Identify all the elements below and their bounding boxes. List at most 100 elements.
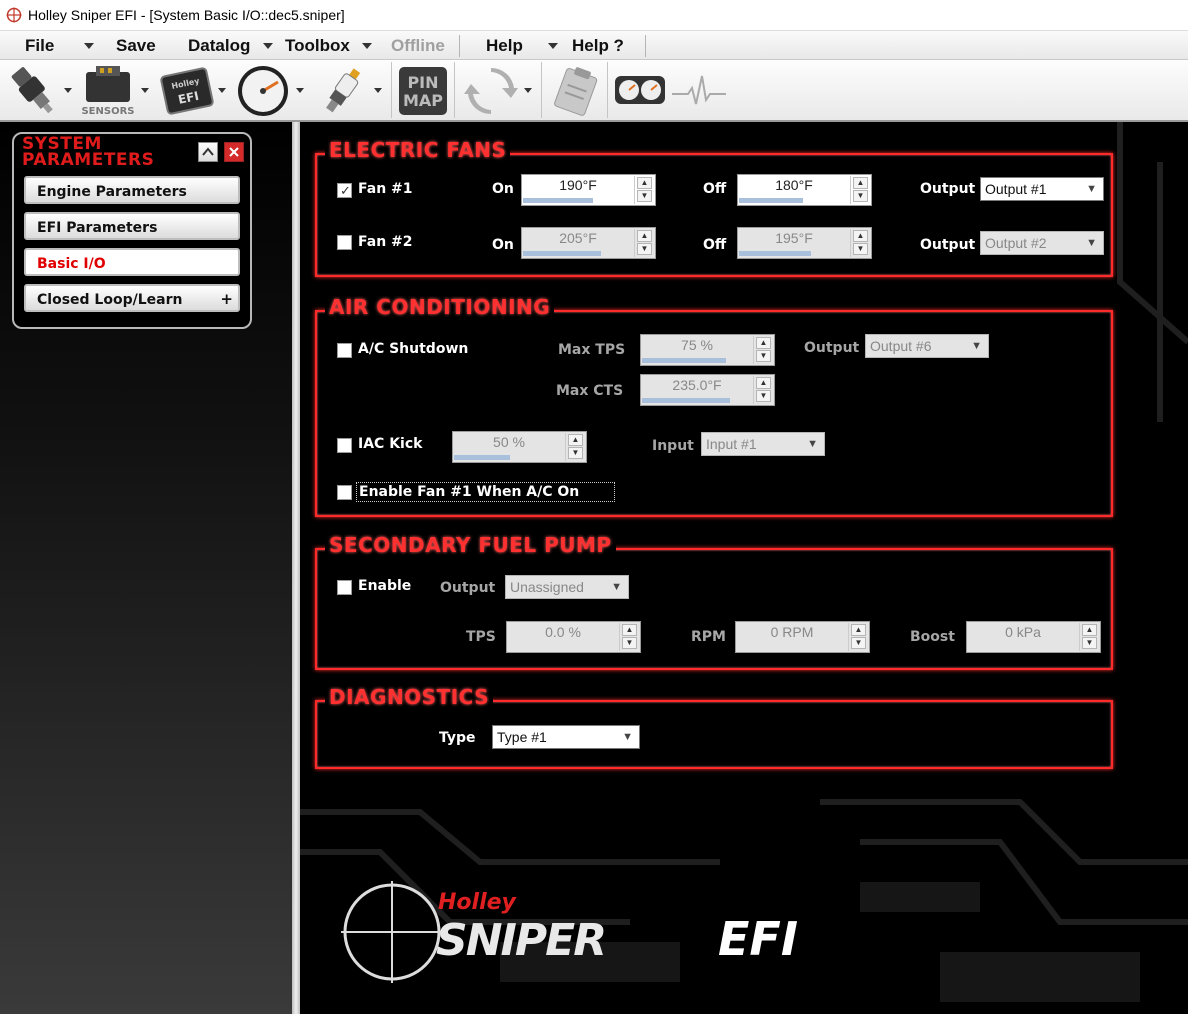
menu-toolbox[interactable]: Toolbox [285, 36, 350, 56]
spin-up-icon[interactable]: ▲ [756, 377, 771, 389]
fuel-pump-enable-checkbox[interactable] [337, 580, 352, 595]
fan1-on-spinner[interactable]: 190°F ▲ ▼ [521, 174, 656, 206]
fan2-off-label: Off [703, 237, 727, 253]
injector-icon[interactable] [4, 64, 62, 120]
pin-map-icon[interactable]: PIN MAP [398, 66, 448, 116]
spinner-buttons: ▲ ▼ [753, 336, 773, 364]
spinner-value: 190°F [559, 177, 597, 193]
spinner-level-bar [523, 198, 593, 203]
fan2-on-spinner[interactable]: 205°F ▲ ▼ [521, 227, 656, 259]
check-icon: ✓ [340, 183, 351, 198]
spin-up-icon[interactable]: ▲ [853, 177, 868, 189]
spinner-buttons: ▲ ▼ [753, 376, 773, 404]
spinner-level-bar [642, 398, 730, 403]
spin-down-icon[interactable]: ▼ [851, 637, 866, 649]
select-value: Output #1 [985, 181, 1047, 197]
fuel-pump-output-select[interactable]: Unassigned ▼ [505, 575, 629, 599]
efi-dropdown-arrow[interactable] [218, 88, 226, 93]
system-parameters-title: SYSTEM PARAMETERS [22, 136, 154, 169]
panel-splitter[interactable] [292, 122, 300, 1014]
help-dropdown-arrow[interactable] [548, 43, 558, 49]
menu-help-question[interactable]: Help ? [572, 36, 624, 56]
sync-dropdown-arrow[interactable] [524, 88, 532, 93]
spin-down-icon[interactable]: ▼ [853, 190, 868, 202]
spin-down-icon[interactable]: ▼ [568, 447, 583, 459]
ac-output-select[interactable]: Output #6 ▼ [865, 334, 989, 358]
spin-up-icon[interactable]: ▲ [568, 434, 583, 446]
max-cts-spinner[interactable]: 235.0°F ▲ ▼ [640, 374, 775, 406]
fan1-checkbox[interactable]: ✓ [337, 183, 352, 198]
menu-help[interactable]: Help [486, 36, 523, 56]
close-button[interactable] [224, 142, 244, 162]
collapse-button[interactable] [198, 142, 218, 162]
fuel-pump-boost-spinner[interactable]: 0 kPa ▲ ▼ [966, 621, 1101, 653]
dashboard-gauges-icon[interactable] [614, 74, 666, 106]
nav-label: EFI Parameters [37, 220, 158, 236]
menu-save[interactable]: Save [116, 36, 156, 56]
spin-down-icon[interactable]: ▼ [756, 350, 771, 362]
menu-separator [645, 35, 646, 57]
spark-plug-dropdown-arrow[interactable] [374, 88, 382, 93]
fuel-pump-tps-spinner[interactable]: 0.0 % ▲ ▼ [506, 621, 641, 653]
gauge-icon[interactable] [236, 64, 290, 118]
spin-down-icon[interactable]: ▼ [756, 390, 771, 402]
nav-basic-io[interactable]: Basic I/O [24, 248, 240, 276]
toolbar-separator [454, 62, 455, 118]
menu-datalog[interactable]: Datalog [188, 36, 250, 56]
enable-fan-ac-checkbox[interactable] [337, 485, 352, 500]
spin-down-icon[interactable]: ▼ [637, 190, 652, 202]
spin-up-icon[interactable]: ▲ [637, 177, 652, 189]
spin-down-icon[interactable]: ▼ [622, 637, 637, 649]
spinner-value: 235.0°F [672, 377, 722, 393]
spin-up-icon[interactable]: ▲ [622, 624, 637, 636]
fan1-off-label: Off [703, 181, 727, 197]
sensors-icon[interactable]: SENSORS [80, 64, 136, 118]
iac-kick-spinner[interactable]: 50 % ▲ ▼ [452, 431, 587, 463]
nav-engine-parameters[interactable]: Engine Parameters [24, 176, 240, 204]
spin-up-icon[interactable]: ▲ [637, 230, 652, 242]
spark-plug-icon[interactable] [314, 64, 370, 120]
diagnostics-type-label: Type [439, 730, 476, 746]
clipboard-icon[interactable] [550, 66, 602, 116]
nav-efi-parameters[interactable]: EFI Parameters [24, 212, 240, 240]
datalog-dropdown-arrow[interactable] [263, 43, 273, 49]
spin-up-icon[interactable]: ▲ [1082, 624, 1097, 636]
efi-ecu-icon[interactable]: Holley EFI [158, 66, 216, 116]
file-dropdown-arrow[interactable] [84, 43, 94, 49]
spin-up-icon[interactable]: ▲ [756, 337, 771, 349]
title-bar: Holley Sniper EFI - [System Basic I/O::d… [0, 0, 1188, 30]
spin-down-icon[interactable]: ▼ [637, 243, 652, 255]
max-tps-spinner[interactable]: 75 % ▲ ▼ [640, 334, 775, 366]
select-value: Type #1 [497, 729, 547, 745]
spin-down-icon[interactable]: ▼ [853, 243, 868, 255]
menu-file[interactable]: File [25, 36, 54, 56]
injector-dropdown-arrow[interactable] [64, 88, 72, 93]
nav-closed-loop-learn[interactable]: Closed Loop/Learn + [24, 284, 240, 312]
toolbox-dropdown-arrow[interactable] [362, 43, 372, 49]
gauge-dropdown-arrow[interactable] [296, 88, 304, 93]
fan1-off-spinner[interactable]: 180°F ▲ ▼ [737, 174, 872, 206]
menu-offline[interactable]: Offline [391, 36, 445, 56]
ac-input-select[interactable]: Input #1 ▼ [701, 432, 825, 456]
spinner-buttons: ▲ ▼ [848, 623, 868, 651]
enable-fan-ac-label[interactable]: Enable Fan #1 When A/C On [356, 482, 616, 502]
chevron-up-icon [202, 147, 214, 156]
fan2-output-select[interactable]: Output #2 ▼ [980, 231, 1104, 255]
ac-shutdown-checkbox[interactable] [337, 343, 352, 358]
spin-up-icon[interactable]: ▲ [851, 624, 866, 636]
diagnostics-type-select[interactable]: Type #1 ▼ [492, 725, 640, 749]
spin-up-icon[interactable]: ▲ [853, 230, 868, 242]
heartbeat-icon[interactable] [672, 74, 726, 110]
sensors-dropdown-arrow[interactable] [141, 88, 149, 93]
menu-separator [459, 35, 460, 57]
fan2-checkbox[interactable] [337, 235, 352, 250]
fan1-output-select[interactable]: Output #1 ▼ [980, 177, 1104, 201]
sync-icon[interactable] [464, 66, 518, 116]
select-value: Output #2 [985, 235, 1047, 251]
fan2-off-spinner[interactable]: 195°F ▲ ▼ [737, 227, 872, 259]
spin-down-icon[interactable]: ▼ [1082, 637, 1097, 649]
electric-fans-title: ELECTRIC FANS [325, 138, 511, 162]
nav-label: Basic I/O [37, 256, 106, 272]
iac-kick-checkbox[interactable] [337, 438, 352, 453]
fuel-pump-rpm-spinner[interactable]: 0 RPM ▲ ▼ [735, 621, 870, 653]
